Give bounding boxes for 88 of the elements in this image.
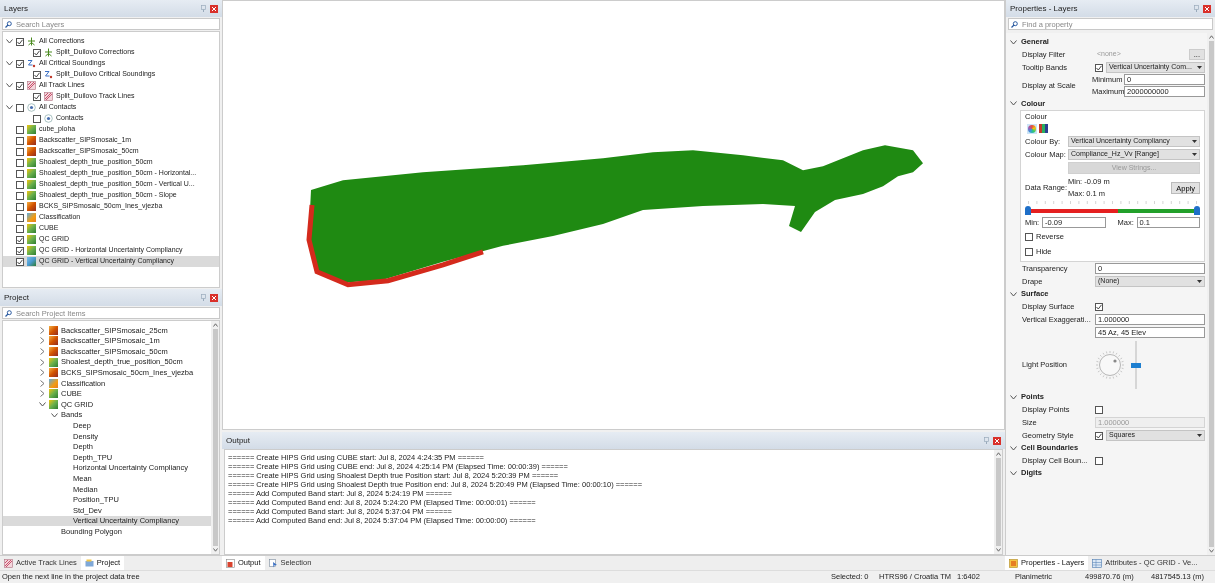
checkbox[interactable] xyxy=(16,81,24,90)
checkbox[interactable] xyxy=(33,70,41,79)
search-icon xyxy=(1011,20,1018,28)
soundings-icon xyxy=(27,59,36,68)
panel-title: Project xyxy=(4,291,29,304)
scroll-up-icon[interactable] xyxy=(212,323,218,327)
slider-thumb[interactable] xyxy=(1131,362,1141,368)
properties-icon xyxy=(1009,558,1018,568)
slider-thumb[interactable] xyxy=(1025,205,1031,215)
track-lines-icon xyxy=(44,92,53,101)
checkbox[interactable] xyxy=(16,136,24,145)
surface-layer-icon xyxy=(27,125,36,134)
checkbox[interactable] xyxy=(16,235,24,244)
scrollbar[interactable] xyxy=(1207,33,1215,555)
caret-down-icon xyxy=(1192,153,1197,157)
search-icon xyxy=(5,20,12,28)
close-icon[interactable] xyxy=(210,4,218,13)
checkbox[interactable] xyxy=(16,169,24,178)
project-icon xyxy=(84,559,94,567)
chevron-down-icon[interactable] xyxy=(6,61,13,66)
checkbox[interactable] xyxy=(16,202,24,211)
slider-thumb[interactable] xyxy=(1194,205,1200,215)
checkbox[interactable] xyxy=(33,114,41,123)
checkbox[interactable] xyxy=(1095,456,1103,465)
checkbox[interactable] xyxy=(16,37,24,46)
panel-title: Properties - Layers xyxy=(1010,2,1078,15)
mosaic-layer-icon xyxy=(49,368,58,378)
checkbox[interactable] xyxy=(16,224,24,233)
classification-layer-icon xyxy=(27,213,36,222)
checkbox[interactable] xyxy=(16,191,24,200)
caret-down-icon xyxy=(1192,139,1197,143)
pointer-icon xyxy=(268,558,278,568)
map-view[interactable] xyxy=(222,0,1005,430)
scroll-down-icon[interactable] xyxy=(1208,549,1214,553)
chevron-down-icon[interactable] xyxy=(1010,39,1017,45)
checkbox[interactable] xyxy=(16,158,24,167)
scroll-up-icon[interactable] xyxy=(1208,35,1214,39)
mosaic-layer-icon xyxy=(27,202,36,211)
colour-wheel-icon[interactable] xyxy=(1027,123,1037,134)
checkbox[interactable] xyxy=(33,92,41,101)
checkbox[interactable] xyxy=(16,59,24,68)
checkbox[interactable] xyxy=(16,103,24,112)
panel-title: Layers xyxy=(4,2,28,15)
close-icon[interactable] xyxy=(993,436,1001,445)
chevron-down-icon[interactable] xyxy=(6,39,13,44)
soundings-icon xyxy=(44,70,53,79)
checkbox[interactable] xyxy=(16,246,24,255)
chevron-down-icon[interactable] xyxy=(6,83,13,88)
checkbox[interactable] xyxy=(1095,431,1103,440)
vertical-slider[interactable] xyxy=(1131,341,1141,389)
caret-down-icon xyxy=(1197,434,1202,437)
scrollbar[interactable] xyxy=(994,450,1002,554)
track-lines-icon xyxy=(27,81,36,90)
surface-layer-icon xyxy=(49,357,58,367)
chevron-down-icon[interactable] xyxy=(1010,470,1017,476)
scroll-up-icon[interactable] xyxy=(995,452,1001,456)
chevron-down-icon[interactable] xyxy=(1010,394,1017,400)
anchor-figure-icon xyxy=(27,37,36,46)
checkbox[interactable] xyxy=(16,147,24,156)
checkbox[interactable] xyxy=(16,180,24,189)
scrollbar[interactable] xyxy=(211,321,219,554)
colour-bands-icon[interactable] xyxy=(1039,124,1048,134)
panel-title: Output xyxy=(226,434,250,447)
chevron-down-icon[interactable] xyxy=(1010,445,1017,451)
close-icon[interactable] xyxy=(210,293,218,302)
caret-down-icon xyxy=(1197,280,1202,283)
checkbox[interactable] xyxy=(1025,232,1033,241)
anchor-figure-icon xyxy=(44,48,53,57)
checkbox[interactable] xyxy=(16,125,24,134)
chevron-down-icon[interactable] xyxy=(6,105,13,110)
search-icon xyxy=(5,309,12,317)
checkbox[interactable] xyxy=(1095,302,1103,311)
checkbox[interactable] xyxy=(16,257,24,266)
checkbox[interactable] xyxy=(1025,247,1033,256)
table-icon xyxy=(1092,558,1103,568)
close-icon[interactable] xyxy=(1203,4,1211,13)
classification-layer-icon xyxy=(49,378,58,388)
scroll-down-icon[interactable] xyxy=(212,548,218,552)
caret-down-icon xyxy=(1197,66,1202,69)
checkbox[interactable] xyxy=(1095,405,1103,414)
checkbox[interactable] xyxy=(16,213,24,222)
chevron-down-icon[interactable] xyxy=(1010,101,1017,106)
checkbox[interactable] xyxy=(1095,63,1103,72)
chevron-down-icon[interactable] xyxy=(1010,291,1017,297)
checkbox[interactable] xyxy=(33,48,41,57)
output-icon xyxy=(226,558,235,568)
scroll-down-icon[interactable] xyxy=(995,548,1001,552)
track-lines-icon xyxy=(4,558,13,568)
